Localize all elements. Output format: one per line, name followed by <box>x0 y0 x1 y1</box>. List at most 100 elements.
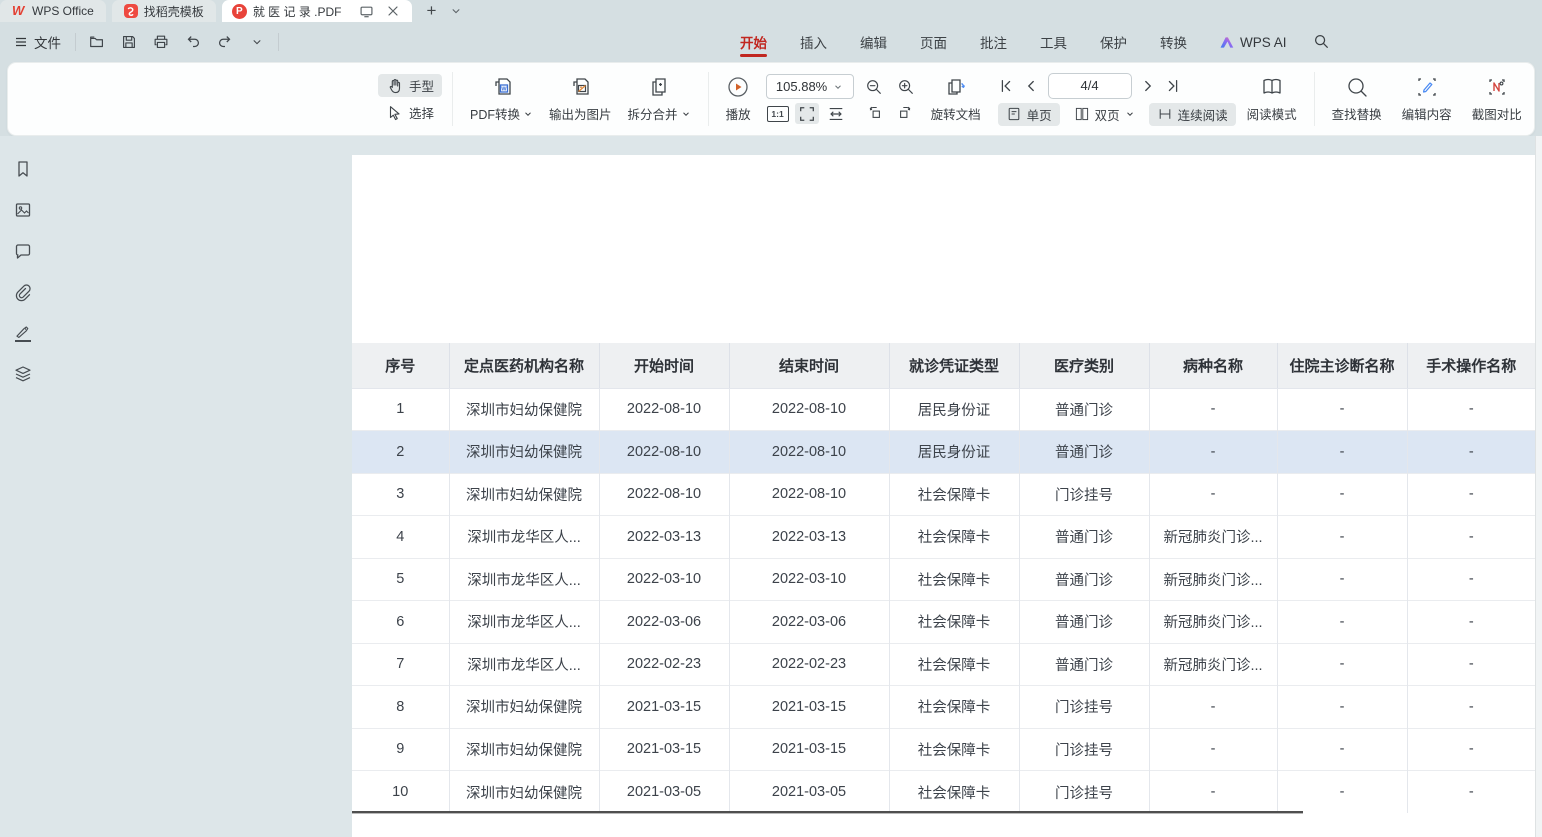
single-page-button[interactable]: 单页 <box>998 103 1060 126</box>
table-cell: 2 <box>352 431 449 474</box>
last-page-button[interactable] <box>1165 77 1182 94</box>
ribbon-tab-convert[interactable]: 转换 <box>1158 23 1189 61</box>
edit-tools-group: 查找替换 编辑内容 截图对比 压缩 <box>1325 72 1542 126</box>
divider <box>452 72 453 126</box>
fit-width-button[interactable] <box>824 103 848 124</box>
tab-wps-home[interactable]: W WPS Office <box>0 0 106 22</box>
screenshot-compare-label: 截图对比 <box>1472 104 1522 123</box>
wps-pdf-window: W WPS Office 找稻壳模板 P 就 医 记 录 .PDF + <box>0 0 1542 837</box>
read-mode-button[interactable]: 阅读模式 <box>1240 72 1304 126</box>
vertical-scrollbar[interactable] <box>1535 136 1542 837</box>
edit-content-icon <box>1415 75 1439 99</box>
menubar: 文件 开始插入编辑页面批注工具保护转换 <box>0 22 1542 62</box>
save-icon[interactable] <box>118 31 140 53</box>
ribbon-tab-annotate[interactable]: 批注 <box>978 23 1009 61</box>
tab-wps-ai[interactable]: WPS AI <box>1218 34 1287 51</box>
zoom-value: 105.88% <box>776 79 827 94</box>
split-merge-icon <box>647 75 671 99</box>
zoom-out-icon <box>865 78 883 96</box>
rotate-left-button[interactable] <box>862 101 886 122</box>
pdf-convert-button[interactable]: W PDF转换 <box>463 72 540 126</box>
page-number-input[interactable]: 4/4 <box>1048 73 1132 99</box>
hand-tool-label: 手型 <box>409 76 434 95</box>
left-sidebar <box>12 158 34 385</box>
table-cell: 深圳市龙华区人... <box>449 601 599 644</box>
export-image-button[interactable]: 输出为图片 <box>542 72 619 126</box>
table-cell: 2022-03-13 <box>599 516 729 559</box>
continuous-read-button[interactable]: 连续阅读 <box>1149 103 1236 126</box>
ribbon-tab-page[interactable]: 页面 <box>918 23 949 61</box>
first-page-button[interactable] <box>998 77 1015 94</box>
edit-content-button[interactable]: 编辑内容 <box>1395 72 1459 126</box>
table-cell: - <box>1277 388 1407 431</box>
table-cell: 2022-02-23 <box>729 643 889 686</box>
find-replace-button[interactable]: 查找替换 <box>1325 72 1389 126</box>
zoom-group: 105.88% 1:1 <box>766 74 854 124</box>
find-replace-icon <box>1345 75 1369 99</box>
table-cell: - <box>1149 686 1277 729</box>
signature-panel-button[interactable] <box>12 322 34 344</box>
table-cell: - <box>1407 728 1535 771</box>
paperclip-icon <box>13 282 33 302</box>
hamburger-icon <box>14 35 28 49</box>
column-header: 病种名称 <box>1149 343 1277 388</box>
redo-icon[interactable] <box>214 31 236 53</box>
close-tab-icon[interactable] <box>384 2 402 20</box>
file-menu-button[interactable]: 文件 <box>10 29 65 55</box>
hand-tool-button[interactable]: 手型 <box>378 74 442 97</box>
zoom-out-button[interactable] <box>862 76 886 97</box>
attachments-panel-button[interactable] <box>12 281 34 303</box>
table-cell: - <box>1407 558 1535 601</box>
compress-button[interactable]: 压缩 <box>1535 72 1542 126</box>
rotate-document-button[interactable]: 旋转文档 <box>924 72 988 126</box>
new-tab-button[interactable]: + <box>422 2 440 20</box>
actual-size-button[interactable]: 1:1 <box>766 103 790 124</box>
thumbnails-panel-button[interactable] <box>12 199 34 221</box>
open-file-icon[interactable] <box>86 31 108 53</box>
find-replace-label: 查找替换 <box>1332 104 1382 123</box>
tab-docer-templates[interactable]: 找稻壳模板 <box>112 0 216 22</box>
tab-list-chevron-icon[interactable] <box>447 2 465 20</box>
table-cell: 门诊挂号 <box>1019 728 1149 771</box>
table-cell: - <box>1277 686 1407 729</box>
screenshot-compare-button[interactable]: 截图对比 <box>1465 72 1529 126</box>
table-cell: - <box>1407 771 1535 814</box>
select-tool-button[interactable]: 选择 <box>378 101 442 124</box>
undo-icon[interactable] <box>182 31 204 53</box>
fit-width-icon <box>827 105 845 123</box>
medical-records-table: 序号定点医药机构名称开始时间结束时间就诊凭证类型医疗类别病种名称住院主诊断名称手… <box>352 343 1535 813</box>
table-cell: - <box>1277 558 1407 601</box>
page-indicator: 4/4 <box>1081 78 1099 93</box>
table-cell: 社会保障卡 <box>889 516 1019 559</box>
play-button[interactable]: 播放 <box>719 72 758 126</box>
tab-document[interactable]: P 就 医 记 录 .PDF <box>222 0 413 22</box>
split-merge-label: 拆分合并 <box>628 104 678 123</box>
bookmarks-panel-button[interactable] <box>12 158 34 180</box>
split-merge-button[interactable]: 拆分合并 <box>621 72 698 126</box>
previous-page-button[interactable] <box>1023 77 1040 94</box>
quickbar-chevron-icon[interactable] <box>246 31 268 53</box>
screen-share-icon[interactable] <box>357 2 375 20</box>
table-cell: 居民身份证 <box>889 388 1019 431</box>
zoom-in-button[interactable] <box>894 76 918 97</box>
ribbon-tab-tools[interactable]: 工具 <box>1038 23 1069 61</box>
comments-panel-button[interactable] <box>12 240 34 262</box>
next-page-button[interactable] <box>1140 77 1157 94</box>
fit-page-button[interactable] <box>795 103 819 124</box>
print-icon[interactable] <box>150 31 172 53</box>
rotate-right-button[interactable] <box>894 101 918 122</box>
table-cell: 2021-03-15 <box>599 728 729 771</box>
ribbon-search-icon[interactable] <box>1312 32 1332 52</box>
double-page-button[interactable]: 双页 <box>1066 103 1143 126</box>
ribbon-tab-insert[interactable]: 插入 <box>798 23 829 61</box>
chevron-down-icon <box>681 109 691 119</box>
ribbon-tab-protect[interactable]: 保护 <box>1098 23 1129 61</box>
table-cell: 2022-08-10 <box>599 473 729 516</box>
zoom-input[interactable]: 105.88% <box>766 74 854 99</box>
table-cell: 门诊挂号 <box>1019 771 1149 814</box>
ribbon-tab-edit[interactable]: 编辑 <box>858 23 889 61</box>
layers-panel-button[interactable] <box>12 363 34 385</box>
ribbon-tab-home[interactable]: 开始 <box>738 23 769 61</box>
tab-tools <box>357 2 402 20</box>
table-cell: - <box>1407 516 1535 559</box>
